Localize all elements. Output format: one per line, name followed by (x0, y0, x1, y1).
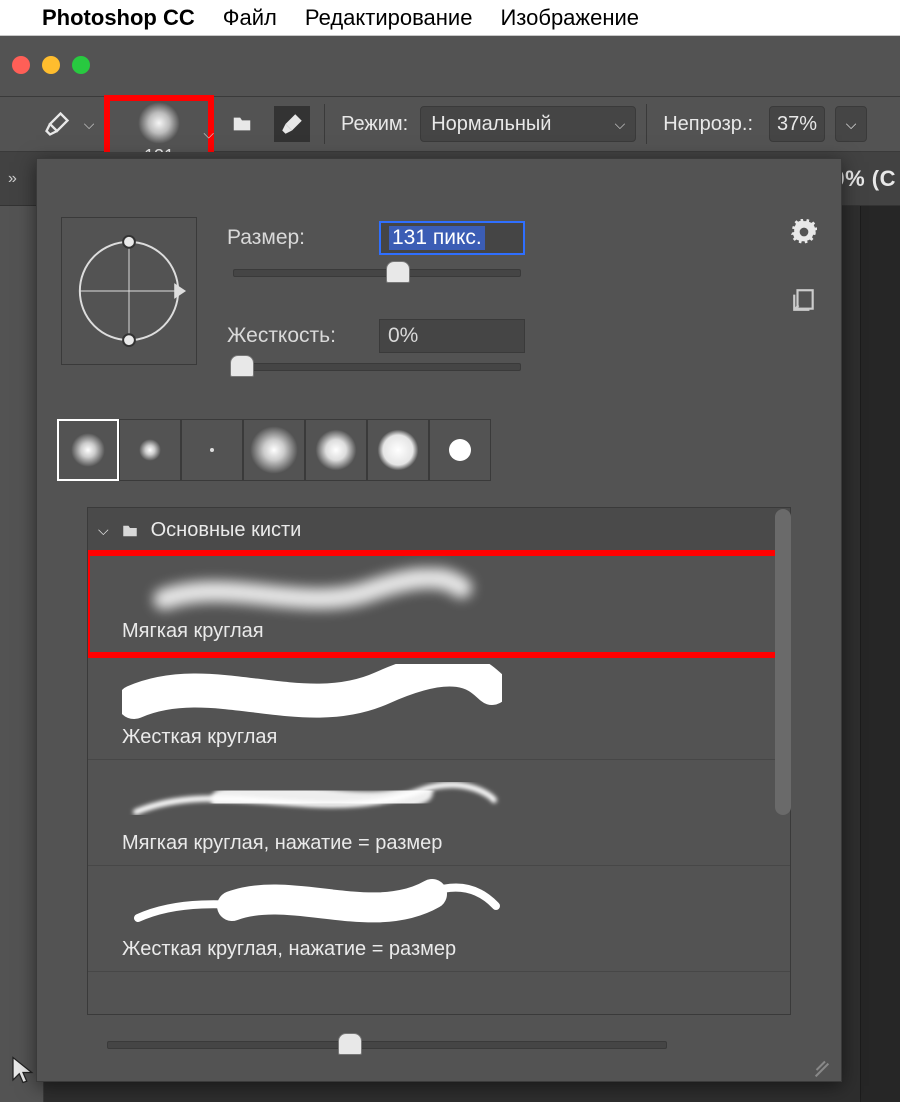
brush-preset-preview-icon (138, 102, 180, 144)
blend-mode-value: Нормальный (431, 113, 551, 136)
brush-tip-option[interactable] (243, 419, 305, 481)
panel-resize-grip-icon[interactable] (809, 1051, 831, 1073)
blend-mode-label: Режим: (341, 113, 408, 136)
brush-size-field[interactable]: 131 пикс. (379, 221, 525, 255)
brush-list-scrollbar[interactable] (775, 509, 791, 815)
options-divider (646, 104, 647, 144)
brush-tip-option[interactable] (429, 419, 491, 481)
window-traffic-lights (12, 56, 90, 74)
brush-hardness-field[interactable]: 0% (379, 319, 525, 353)
brush-tip-option[interactable] (57, 419, 119, 481)
opacity-dropdown[interactable]: ⌵ (835, 106, 867, 142)
brush-stroke-preview-icon (122, 664, 502, 720)
brush-stroke-preview-icon (122, 568, 502, 614)
brush-preset-item[interactable]: Жесткая круглая, нажатие = размер (88, 866, 790, 972)
brush-preset-panel: Размер: 131 пикс. Жесткость: 0% (36, 158, 842, 1082)
brush-folder-row[interactable]: ⌵ Основные кисти (88, 508, 790, 554)
brush-settings-toggle[interactable] (274, 106, 310, 142)
folder-icon (119, 522, 141, 540)
brush-tip-option[interactable] (119, 419, 181, 481)
menubar-edit[interactable]: Редактирование (305, 5, 473, 31)
brush-folder-name: Основные кисти (151, 519, 302, 542)
menubar-image[interactable]: Изображение (500, 5, 639, 31)
brush-preset-list: ⌵ Основные кисти Мягкая круглая Жесткая … (87, 507, 791, 1015)
tool-options-bar: ⌵ 131 ⌵ Режим: Нормальный ⌵ Непрозр.: 37… (0, 96, 900, 152)
slider-thumb[interactable] (338, 1033, 362, 1055)
brush-preset-name: Жесткая круглая (122, 726, 776, 749)
macos-menubar: Photoshop CC Файл Редактирование Изображ… (0, 0, 900, 36)
brush-angle-control[interactable] (61, 217, 197, 365)
cursor-pointer-icon (10, 1055, 36, 1090)
window-close-button[interactable] (12, 56, 30, 74)
brush-preset-name: Мягкая круглая, нажатие = размер (122, 832, 776, 855)
opacity-label: Непрозр.: (663, 113, 753, 136)
window-minimize-button[interactable] (42, 56, 60, 74)
brush-stroke-preview-icon (122, 770, 502, 826)
brush-tool-icon[interactable] (40, 107, 74, 141)
menubar-appname[interactable]: Photoshop CC (42, 5, 195, 31)
brush-thumbnail-zoom-slider[interactable] (107, 1041, 667, 1049)
panel-settings-button[interactable] (791, 219, 817, 250)
options-divider (324, 104, 325, 144)
brush-preset-item[interactable]: Мягкая круглая (88, 554, 790, 654)
brush-preset-item[interactable]: Мягкая круглая, нажатие = размер (88, 760, 790, 866)
create-new-preset-button[interactable] (791, 287, 817, 318)
brush-size-label: Размер: (227, 226, 361, 250)
panel-collapse-chevrons-icon[interactable]: » (8, 170, 17, 188)
brush-tip-option[interactable] (305, 419, 367, 481)
brush-preset-name: Мягкая круглая (122, 620, 776, 643)
brush-tool-dropdown[interactable]: ⌵ (80, 116, 98, 133)
slider-thumb[interactable] (230, 355, 254, 377)
brush-tip-shape-row (57, 417, 511, 483)
brush-size-slider[interactable] (233, 269, 521, 277)
slider-thumb[interactable] (386, 261, 410, 283)
folder-expand-icon: ⌵ (98, 522, 109, 539)
chevron-down-icon: ⌵ (203, 126, 214, 143)
menubar-file[interactable]: Файл (223, 5, 277, 31)
brush-tip-option[interactable] (367, 419, 429, 481)
blend-mode-select[interactable]: Нормальный ⌵ (420, 106, 636, 142)
brush-stroke-preview-icon (122, 876, 502, 932)
brush-tip-option[interactable] (181, 419, 243, 481)
opacity-value-field[interactable]: 37% (769, 106, 825, 142)
brush-preset-item[interactable]: Жесткая круглая (88, 654, 790, 760)
brush-preset-name: Жесткая круглая, нажатие = размер (122, 938, 776, 961)
window-maximize-button[interactable] (72, 56, 90, 74)
brush-hardness-slider[interactable] (233, 363, 521, 371)
brush-hardness-label: Жесткость: (227, 324, 361, 348)
chevron-down-icon: ⌵ (615, 116, 626, 133)
app-window: ⌵ 131 ⌵ Режим: Нормальный ⌵ Непрозр.: 37… (0, 36, 900, 1102)
canvas-dark-region (860, 206, 900, 1102)
brush-folder-button[interactable] (224, 106, 260, 142)
